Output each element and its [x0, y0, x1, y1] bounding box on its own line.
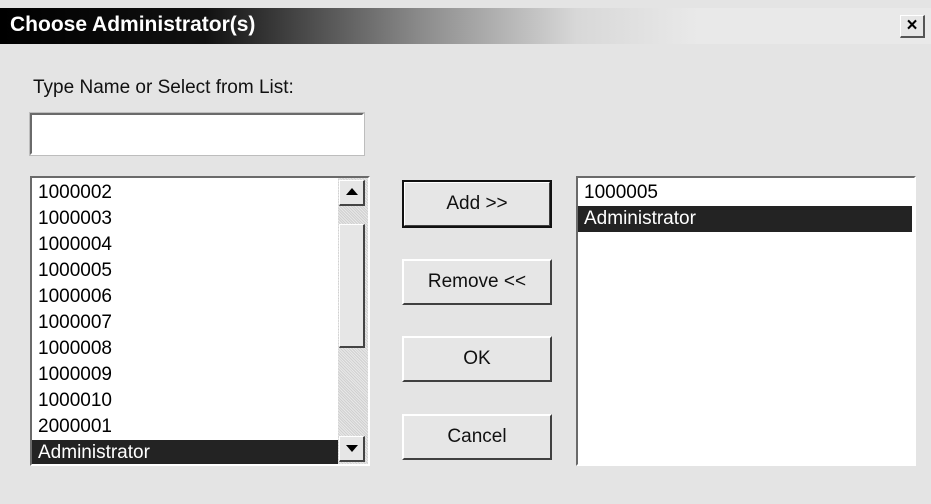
list-item[interactable]: Administrator [32, 440, 338, 464]
list-item[interactable]: 1000008 [32, 336, 338, 362]
available-list-scrollbar[interactable] [338, 178, 368, 464]
available-list-items: 1000002 1000003 1000004 1000005 1000006 10000… [32, 180, 338, 464]
list-item[interactable]: 1000005 [578, 180, 912, 206]
list-item[interactable]: 1000007 [32, 310, 338, 336]
list-item[interactable]: 1000003 [32, 206, 338, 232]
available-list[interactable]: 1000002 1000003 1000004 1000005 1000006 10000… [30, 176, 370, 466]
close-button[interactable]: × [900, 15, 925, 38]
close-icon: × [906, 15, 918, 36]
list-item[interactable]: 1000006 [32, 284, 338, 310]
chevron-up-icon [346, 188, 358, 195]
name-prompt-label: Type Name or Select from List: [33, 77, 294, 98]
choose-administrators-dialog: Choose Administrator(s) × Type Name or S… [0, 0, 931, 504]
list-item[interactable]: 1000005 [32, 258, 338, 284]
add-button[interactable]: Add >> [402, 180, 552, 228]
scrollbar-thumb[interactable] [339, 224, 365, 348]
ok-button[interactable]: OK [402, 336, 552, 382]
name-input[interactable] [29, 112, 365, 156]
scroll-down-button[interactable] [339, 436, 365, 462]
selected-list-items: 1000005 Administrator [578, 180, 912, 232]
list-item[interactable]: 2000001 [32, 414, 338, 440]
scroll-up-button[interactable] [339, 180, 365, 206]
cancel-button[interactable]: Cancel [402, 414, 552, 460]
list-item[interactable]: 1000010 [32, 388, 338, 414]
chevron-down-icon [346, 445, 358, 452]
dialog-title: Choose Administrator(s) [10, 13, 256, 36]
list-item[interactable]: 1000002 [32, 180, 338, 206]
list-item[interactable]: Administrator [578, 206, 912, 232]
selected-list[interactable]: 1000005 Administrator [576, 176, 916, 466]
remove-button[interactable]: Remove << [402, 259, 552, 305]
title-bar: Choose Administrator(s) × [0, 8, 931, 44]
list-item[interactable]: 1000009 [32, 362, 338, 388]
list-item[interactable]: 1000004 [32, 232, 338, 258]
